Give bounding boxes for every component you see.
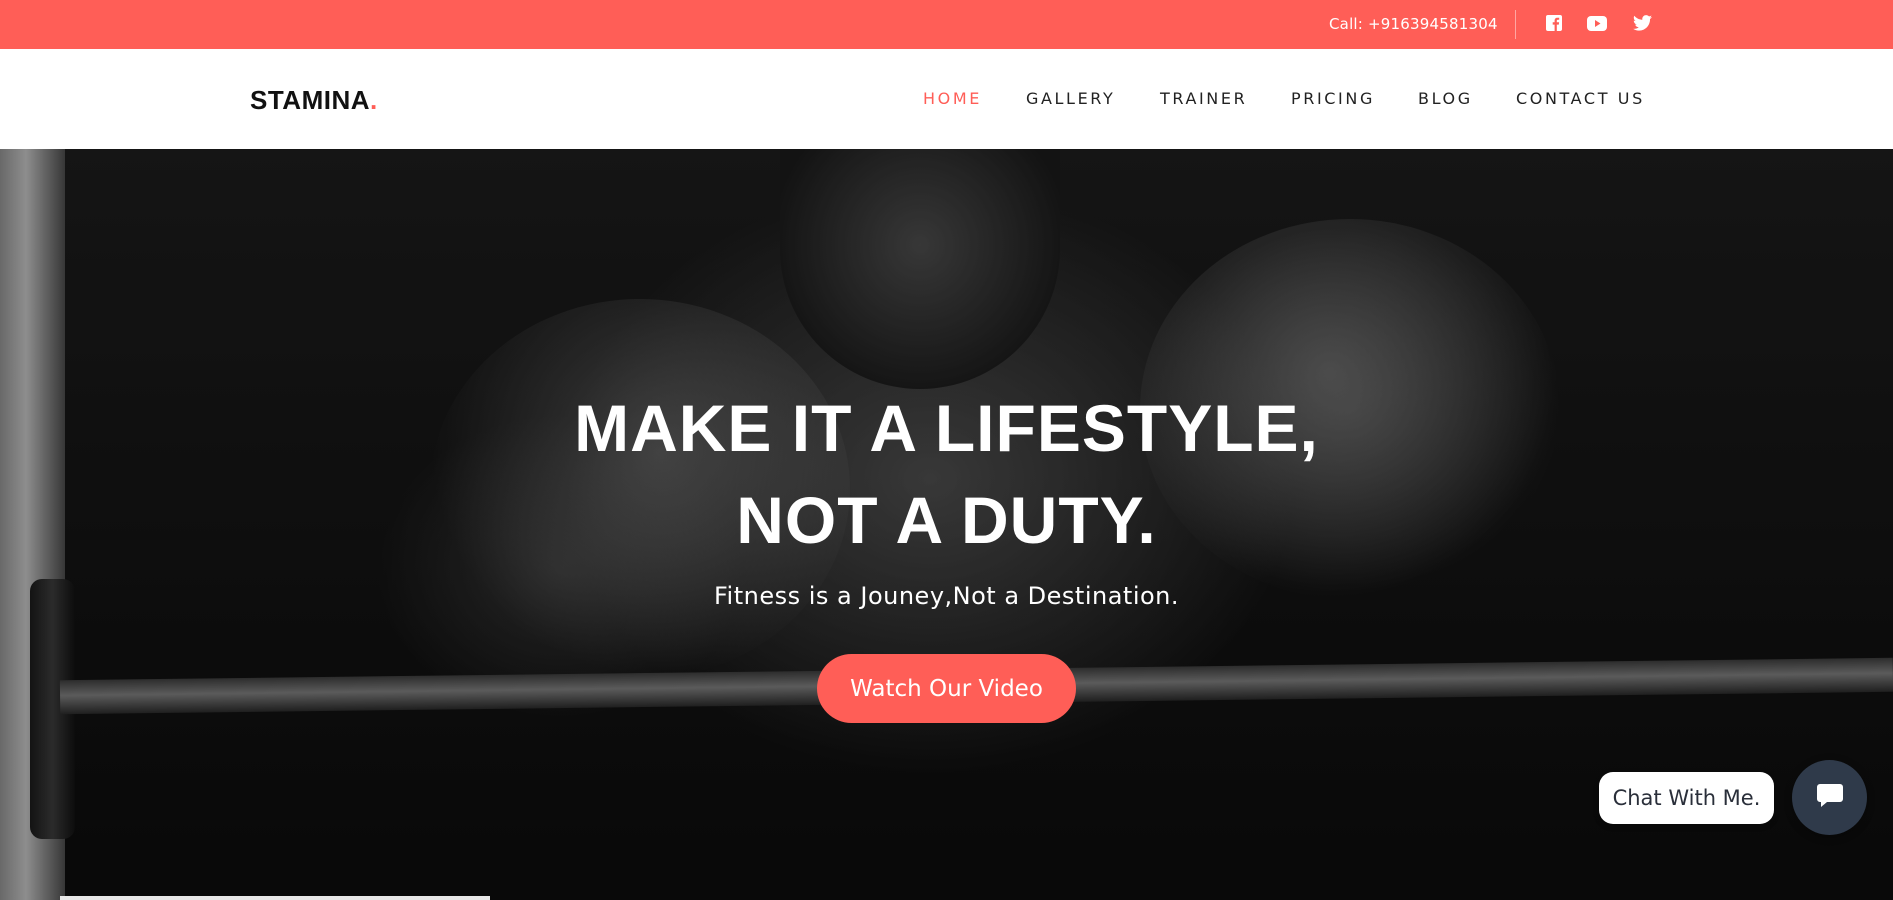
nav-trainer[interactable]: TRAINER: [1160, 89, 1247, 108]
hero-subtitle: Fitness is a Jouney,Not a Destination.: [713, 582, 1180, 610]
watch-video-button[interactable]: Watch Our Video: [817, 654, 1076, 723]
hero-title: MAKE IT A LIFESTYLE, NOT A DUTY.: [0, 382, 1893, 566]
topbar-divider: [1515, 10, 1516, 39]
chat-bubble-icon: [1815, 780, 1845, 815]
hero-title-line-1: MAKE IT A LIFESTYLE,: [574, 391, 1319, 465]
nav-contact-us[interactable]: CONTACT US: [1516, 89, 1645, 108]
nav-gallery[interactable]: GALLERY: [1026, 89, 1115, 108]
nav-pricing[interactable]: PRICING: [1291, 89, 1375, 108]
chat-button[interactable]: [1792, 760, 1867, 835]
chat-label[interactable]: Chat With Me.: [1599, 772, 1774, 824]
nav-blog[interactable]: BLOG: [1418, 89, 1473, 108]
call-phone-text[interactable]: Call: +916394581304: [1329, 15, 1498, 33]
facebook-icon[interactable]: [1544, 13, 1564, 33]
main-nav: HOME GALLERY TRAINER PRICING BLOG CONTAC…: [0, 89, 1893, 109]
twitter-icon[interactable]: [1632, 13, 1652, 33]
main-header: STAMINA. HOME GALLERY TRAINER PRICING BL…: [0, 49, 1893, 149]
youtube-icon[interactable]: [1587, 13, 1607, 33]
hero-title-line-2: NOT A DUTY.: [736, 483, 1157, 557]
top-bar: Call: +916394581304: [0, 0, 1893, 49]
nav-home[interactable]: HOME: [923, 89, 982, 108]
hero-bottom-divider: [60, 896, 490, 900]
